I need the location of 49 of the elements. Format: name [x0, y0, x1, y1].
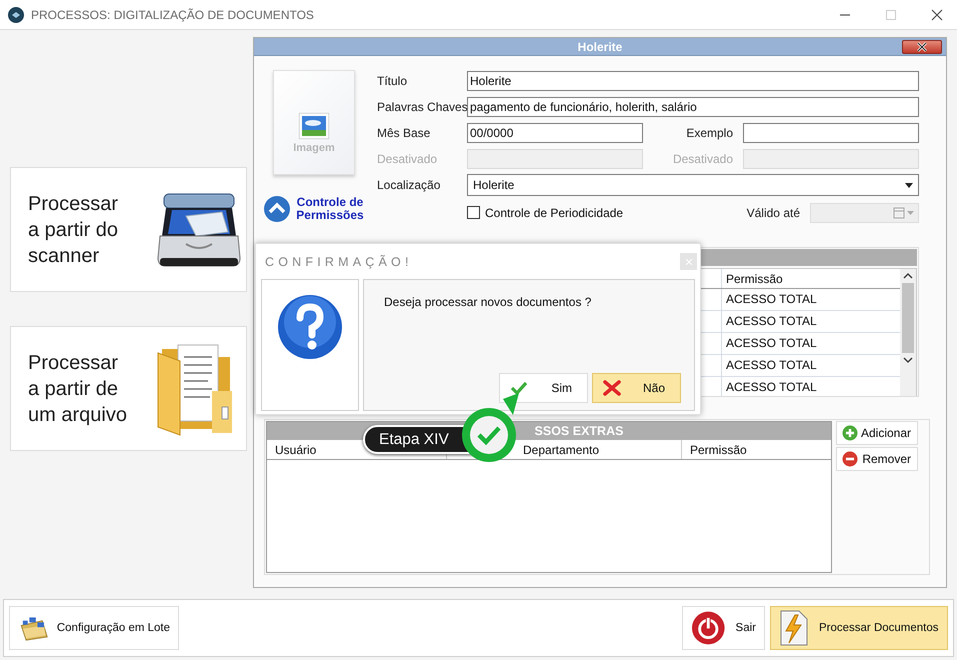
column-header: Permissão	[689, 442, 748, 459]
source-button[interactable]: Processar a partir de um arquivo	[10, 326, 247, 451]
input-field[interactable]	[743, 123, 919, 143]
field-label: Válido até	[746, 206, 800, 220]
input-field[interactable]: pagamento de funcionário, holerith, salário	[467, 97, 919, 117]
scrollbar-thumb[interactable]	[902, 283, 914, 353]
permissions-link[interactable]: Controle de Permissões	[263, 195, 377, 223]
field-label: Título	[377, 74, 408, 88]
footer-button[interactable]: Configuração em Lote	[9, 606, 179, 650]
power-icon	[691, 610, 726, 646]
scanner-icon	[156, 192, 242, 268]
window-title: PROCESSOS: DIGITALIZAÇÃO DE DOCUMENTOS	[31, 8, 315, 22]
field-label: Palavras Chaves	[377, 100, 467, 114]
field-label: Desativado	[377, 152, 438, 166]
chevron-up-icon	[263, 195, 291, 223]
field-label: Localização	[377, 178, 442, 192]
dialog-title: CONFIRMAÇÃO!	[265, 254, 413, 268]
minus-icon	[842, 451, 858, 467]
side-button[interactable]: Adicionar	[836, 421, 918, 445]
dropdown-arrow-icon	[905, 182, 913, 188]
cross-icon	[603, 380, 621, 396]
footer-button[interactable]: Sair	[682, 606, 765, 650]
panel-title: Holerite	[578, 40, 622, 54]
checkbox[interactable]: Controle de Periodicidade	[467, 206, 747, 220]
app-logo-icon	[8, 6, 24, 22]
close-button[interactable]	[902, 40, 942, 54]
calendar-icon	[893, 206, 915, 218]
dialog-button[interactable]: Não	[592, 373, 681, 403]
footer-button[interactable]: Processar Documentos	[770, 606, 948, 650]
input-field[interactable]: Holerite	[467, 71, 919, 91]
input-field[interactable]: 00/0000	[467, 123, 643, 143]
field-label: Desativado	[672, 152, 734, 166]
landscape-icon	[299, 113, 329, 139]
field-label: Mês Base	[377, 126, 432, 140]
source-button[interactable]: Processar a partir do scanner	[10, 167, 247, 292]
question-icon	[277, 294, 343, 360]
close-icon[interactable]	[916, 42, 928, 52]
dialog-message: Deseja processar novos documentos ?	[384, 295, 592, 309]
plus-icon	[842, 425, 858, 441]
grid-title: SSOS EXTRAS	[534, 424, 624, 438]
close-icon[interactable]	[931, 8, 943, 20]
image-label: Imagem	[293, 142, 335, 154]
field-label: Exemplo	[685, 126, 734, 140]
dropdown-field[interactable]: Holerite	[467, 174, 919, 196]
side-button[interactable]: Remover	[836, 447, 918, 471]
dialog-button[interactable]: Sim	[499, 373, 588, 403]
scrollbar[interactable]	[900, 269, 916, 396]
checkmark-icon	[510, 381, 528, 395]
maximize-icon[interactable]	[885, 8, 897, 20]
